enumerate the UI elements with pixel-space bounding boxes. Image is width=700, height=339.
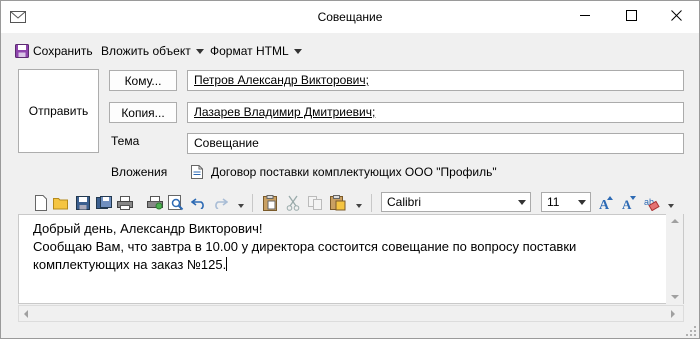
redo-icon[interactable] — [211, 194, 229, 212]
copy-icon[interactable] — [306, 194, 324, 212]
minimize-button[interactable] — [562, 1, 608, 33]
subject-label: Тема — [111, 134, 140, 148]
scroll-up-icon[interactable] — [671, 219, 679, 223]
maximize-button[interactable] — [608, 1, 654, 33]
attach-object-label: Вложить объект — [101, 44, 191, 58]
save-label: Сохранить — [33, 44, 93, 58]
to-recipient[interactable]: Петров Александр Викторович; — [194, 73, 369, 87]
cut-icon[interactable] — [284, 194, 302, 212]
maximize-icon — [625, 10, 637, 24]
scroll-right-icon[interactable] — [671, 310, 675, 318]
send-button-label: Отправить — [28, 104, 89, 118]
svg-text:A: A — [622, 197, 632, 211]
body-line-1: Добрый день, Александр Викторович! — [33, 221, 263, 236]
chevron-down-icon — [195, 48, 204, 54]
chevron-down-icon[interactable] — [668, 204, 674, 208]
document-icon — [191, 165, 203, 179]
chevron-down-icon[interactable] — [238, 204, 244, 208]
cc-field[interactable]: Лазарев Владимир Дмитриевич; — [187, 102, 684, 123]
vertical-scrollbar[interactable] — [666, 214, 683, 305]
print-preview-icon[interactable] — [167, 194, 185, 212]
print-icon[interactable] — [116, 194, 134, 212]
horizontal-scrollbar[interactable] — [18, 305, 684, 322]
send-button[interactable]: Отправить — [18, 69, 99, 153]
toolbar-separator — [252, 194, 253, 212]
text-cursor — [226, 257, 228, 271]
shrink-font-icon[interactable]: A — [620, 194, 638, 212]
to-field[interactable]: Петров Александр Викторович; — [187, 70, 684, 91]
message-body-editor[interactable]: Добрый день, Александр Викторович! Сообщ… — [18, 214, 684, 304]
resize-grip-icon[interactable] — [685, 325, 697, 337]
paste-special-icon[interactable] — [329, 194, 347, 212]
font-name-value: Calibri — [387, 195, 422, 209]
body-line-3-wrapper: комплектующих на заказ №125. — [33, 256, 576, 274]
message-body-text[interactable]: Добрый день, Александр Викторович! Сообщ… — [33, 220, 576, 274]
chevron-down-icon — [293, 48, 302, 54]
floppy-save-icon — [15, 44, 29, 58]
attachment-item[interactable]: Договор поставки комплектующих ООО "Проф… — [211, 165, 497, 179]
attachments-label: Вложения — [111, 165, 168, 179]
formatting-toolbar: A A ab — [1, 191, 699, 215]
format-label: Формат HTML — [210, 44, 289, 58]
new-document-icon[interactable] — [32, 194, 50, 212]
to-button[interactable]: Кому... — [109, 70, 177, 91]
save-menu-item[interactable]: Сохранить — [15, 44, 93, 58]
attach-object-menu[interactable]: Вложить объект — [101, 44, 204, 58]
subject-field[interactable]: Совещание — [187, 133, 684, 154]
minimize-icon — [579, 10, 591, 24]
cc-button[interactable]: Копия... — [109, 102, 177, 123]
body-line-3: комплектующих на заказ №125. — [33, 257, 227, 272]
print-setup-icon[interactable] — [146, 194, 164, 212]
to-button-label: Кому... — [124, 73, 162, 88]
email-compose-window: Совещание Сохранить Вложить объект Форма… — [0, 0, 700, 339]
chevron-down-icon — [578, 200, 586, 205]
body-line-2: Сообщаю Вам, что завтра в 10.00 у директ… — [33, 239, 577, 254]
open-folder-icon[interactable] — [52, 194, 70, 212]
font-name-select[interactable]: Calibri — [381, 192, 531, 212]
font-size-value: 11 — [547, 195, 560, 209]
clear-format-icon[interactable]: ab — [643, 194, 661, 212]
format-menu[interactable]: Формат HTML — [210, 44, 302, 58]
subject-value: Совещание — [194, 136, 259, 150]
close-icon — [670, 10, 682, 24]
toolbar-separator — [371, 194, 372, 212]
cc-button-label: Копия... — [121, 105, 165, 120]
grow-font-icon[interactable]: A — [597, 194, 615, 212]
font-size-select[interactable]: 11 — [541, 192, 591, 212]
scroll-down-icon[interactable] — [671, 295, 679, 299]
scroll-left-icon[interactable] — [24, 310, 28, 318]
save-as-icon[interactable] — [95, 194, 113, 212]
save-icon[interactable] — [74, 194, 92, 212]
cc-recipient[interactable]: Лазарев Владимир Дмитриевич; — [194, 105, 375, 119]
close-button[interactable] — [653, 1, 699, 33]
title-bar[interactable]: Совещание — [1, 1, 699, 33]
menu-bar: Сохранить Вложить объект Формат HTML — [1, 40, 699, 64]
chevron-down-icon — [518, 200, 526, 205]
undo-icon[interactable] — [190, 194, 208, 212]
paste-icon[interactable] — [261, 194, 279, 212]
chevron-down-icon[interactable] — [356, 204, 362, 208]
